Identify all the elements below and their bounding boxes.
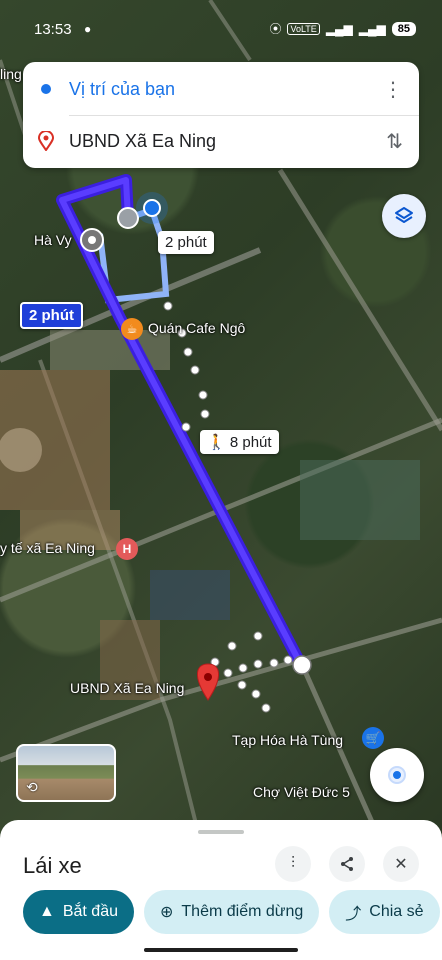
origin-dot-icon — [41, 84, 51, 94]
destination-field[interactable]: UBND Xã Ea Ning — [69, 131, 216, 152]
layers-icon — [395, 207, 413, 223]
alt-route-time-chip[interactable]: 2 phút — [158, 231, 214, 254]
start-button[interactable]: ▲ Bắt đầu — [23, 890, 134, 934]
status-icons: ⦿ VoLTE ▂▄▆ ▂▄▆ 85 — [269, 20, 416, 37]
hospital-icon[interactable]: H — [116, 538, 138, 560]
walking-time-chip[interactable]: 🚶 8 phút — [200, 430, 279, 454]
route-card: Vị trí của bạn ⋮ UBND Xã Ea Ning ⇅ — [23, 62, 419, 168]
tune-icon: ⫶ — [290, 855, 295, 872]
map-label-quan-cafe[interactable]: Quán Cafe Ngô — [148, 320, 245, 336]
walking-time-label: 8 phút — [229, 434, 272, 451]
gesture-nav-bar — [144, 948, 298, 952]
travel-mode-title: Lái xe — [23, 853, 82, 878]
shopping-cart-icon[interactable]: 🛒 — [362, 727, 384, 749]
map-label-cho[interactable]: Chợ Việt Đức 5 — [253, 784, 350, 800]
selected-route-time-chip[interactable]: 2 phút — [20, 302, 83, 329]
close-icon: ✕ — [394, 856, 408, 873]
share-button[interactable] — [329, 846, 365, 882]
signal-icon: ▂▄▆ — [325, 21, 353, 36]
origin-field[interactable]: Vị trí của bạn — [69, 79, 175, 100]
map-label-ha-vy[interactable]: Hà Vy — [34, 232, 72, 248]
tune-button[interactable]: ⫶ — [275, 846, 311, 882]
street-view-rotate-icon: ⟲ — [26, 779, 38, 795]
action-chips: ▲ Bắt đầu ⊕ Thêm điểm dừng ⤴ Chia sẻ — [23, 890, 440, 934]
map-label-ubnd[interactable]: UBND Xã Ea Ning — [70, 680, 184, 696]
destination-pin-icon — [38, 131, 54, 151]
share-small-icon: ⤴ — [345, 906, 362, 923]
battery-indicator: 85 — [391, 21, 416, 36]
status-time: 13:53 — [34, 21, 72, 38]
cafe-icon[interactable]: ☕ — [121, 318, 143, 340]
map-label-tap-hoa[interactable]: Tạp Hóa Hà Tùng — [232, 732, 343, 748]
origin-row[interactable]: Vị trí của bạn ⋮ — [23, 64, 419, 114]
map-label-y-te[interactable]: y tế xã Ea Ning — [0, 540, 95, 556]
close-button[interactable]: ✕ — [383, 846, 419, 882]
add-stop-label: Thêm điểm dừng — [181, 903, 304, 920]
swap-vert-icon[interactable]: ⇅ — [386, 129, 403, 154]
bottom-sheet: Lái xe ⫶ ✕ ▲ Bắt đầu ⊕ Thêm điểm dừng ⤴ … — [0, 820, 442, 960]
drag-handle[interactable] — [198, 830, 244, 834]
add-location-icon: ⊕ — [160, 904, 174, 921]
signal-icon-2: ▂▄▆ — [358, 21, 386, 36]
walking-icon: 🚶 — [207, 434, 226, 451]
more-vert-icon[interactable]: ⋮ — [383, 77, 403, 102]
map-label-ling: ling — [0, 66, 22, 82]
street-view-thumbnail[interactable]: ⟲ — [16, 744, 116, 802]
chat-bubble-icon: ● — [84, 22, 92, 36]
share-route-label: Chia sẻ — [369, 903, 424, 920]
share-route-button[interactable]: ⤴ Chia sẻ — [329, 890, 440, 934]
add-stop-button[interactable]: ⊕ Thêm điểm dừng — [144, 890, 320, 934]
my-location-button[interactable] — [370, 748, 424, 802]
location-icon: ⦿ — [269, 22, 282, 36]
navigation-arrow-icon: ▲ — [39, 903, 55, 920]
network-label: VoLTE — [287, 22, 320, 35]
destination-row[interactable]: UBND Xã Ea Ning ⇅ — [23, 116, 419, 166]
status-bar: 13:53 ● ⦿ VoLTE ▂▄▆ ▂▄▆ 85 — [0, 0, 442, 58]
my-location-icon — [390, 768, 404, 782]
layers-button[interactable] — [382, 194, 426, 238]
start-label: Bắt đầu — [62, 903, 118, 920]
share-icon — [341, 857, 353, 871]
